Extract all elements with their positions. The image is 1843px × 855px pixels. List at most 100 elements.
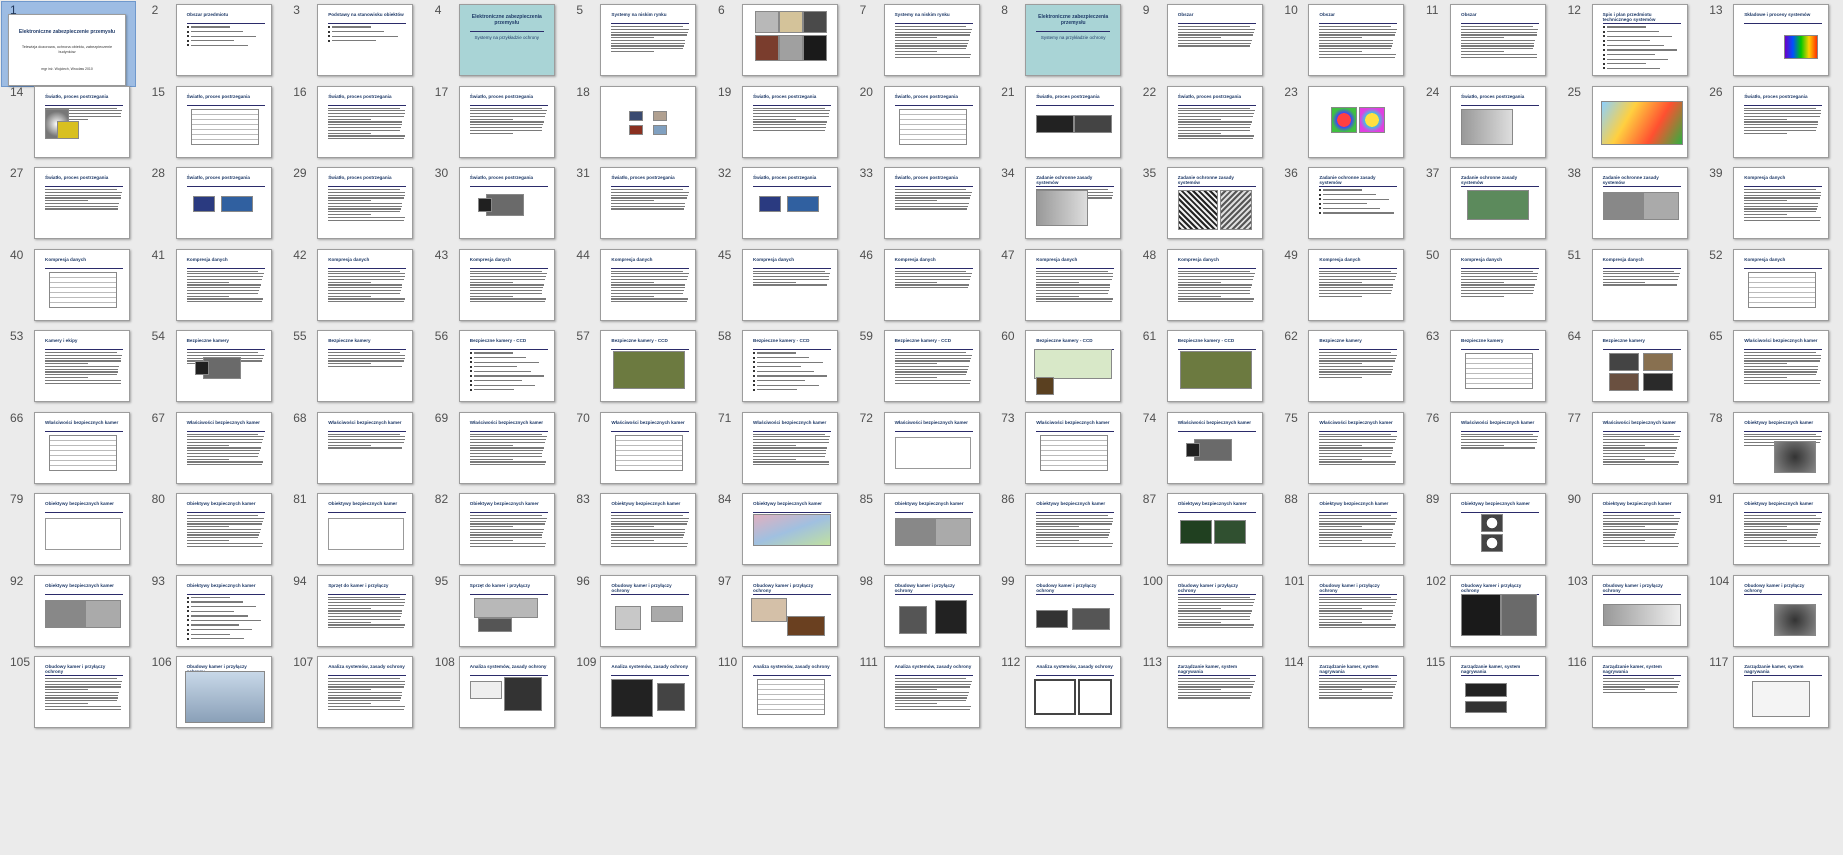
slide-thumbnail[interactable]: Spis i plan przedmiotu technicznego syst… — [1591, 4, 1688, 76]
slide-thumbnail[interactable]: Obudowy kamer i przyłączy ochrony — [1591, 574, 1688, 647]
slide-thumbnail[interactable]: Zarządzanie kamer, system nagrywania — [1733, 656, 1830, 728]
slide-thumbnail[interactable]: Obudowy kamer i przyłączy ochrony — [742, 574, 838, 647]
slide-thumbnail[interactable]: Zarządzanie kamer, system nagrywania — [1166, 656, 1263, 728]
slide-thumbnail[interactable]: Bezpieczne kamery - CCD — [883, 330, 980, 402]
slide-thumbnail[interactable]: Obudowy kamer i przyłączy ochrony — [34, 656, 130, 728]
slide-thumbnail[interactable]: Zarządzanie kamer, system nagrywania — [1591, 656, 1688, 728]
slide-thumbnail[interactable]: Właściwości bezpiecznych kamer — [1025, 411, 1122, 484]
slide-thumbnail[interactable]: Kompresja danych — [1591, 248, 1688, 321]
slide-thumbnail[interactable]: Światło, proces postrzegania — [1025, 85, 1122, 158]
slide-thumbnail[interactable]: Podstawy na stanowisku obiektów — [317, 4, 414, 76]
slide-thumbnail[interactable] — [600, 85, 697, 158]
slide-thumbnail[interactable]: Światło, proces postrzegania — [34, 167, 130, 239]
slide-thumbnail[interactable]: Sprzęt do kamer i przyłączy — [317, 574, 414, 647]
slide-thumbnail[interactable]: Sprzęt do kamer i przyłączy — [458, 574, 555, 647]
slide-thumbnail[interactable]: Obiektywy bezpiecznych kamer — [317, 493, 414, 565]
slide-thumbnail[interactable]: Obiektywy bezpiecznych kamer — [175, 493, 272, 565]
slide-thumbnail[interactable]: Bezpieczne kamery — [1450, 330, 1546, 402]
slide-thumbnail[interactable]: Światło, proces postrzegania — [34, 85, 130, 158]
slide-thumbnail[interactable]: Bezpieczne kamery - CCD — [742, 330, 838, 402]
slide-thumbnail[interactable]: Kompresja danych — [1025, 248, 1122, 321]
slide-thumbnail[interactable]: Właściwości bezpiecznych kamer — [1450, 411, 1546, 484]
slide-thumbnail[interactable]: Obszar — [1450, 4, 1546, 76]
slide-thumbnail[interactable]: Właściwości bezpiecznych kamer — [1733, 330, 1830, 402]
slide-thumbnail[interactable]: Kompresja danych — [1166, 248, 1263, 321]
slide-thumbnail[interactable]: Analiza systemów, zasady ochrony — [742, 656, 838, 728]
slide-thumbnail[interactable]: Obiektywy bezpiecznych kamer — [883, 493, 980, 565]
slide-thumbnail[interactable]: Elektroniczne zabezpieczenia przemysłu Sy… — [458, 4, 555, 76]
slide-thumbnail[interactable]: Zarządzanie kamer, system nagrywania — [1450, 656, 1546, 728]
slide-thumbnail[interactable]: Składowe i procesy systemów — [1733, 4, 1830, 76]
slide-thumbnail[interactable]: Obiektywy bezpiecznych kamer — [742, 493, 838, 565]
slide-thumbnail[interactable]: Obudowy kamer i przyłączy ochrony — [600, 574, 697, 647]
slide-thumbnail[interactable]: Zadanie ochronne zasady systemów — [1591, 167, 1688, 239]
slide-thumbnail[interactable]: Właściwości bezpiecznych kamer — [600, 411, 697, 484]
slide-thumbnail[interactable]: Światło, proces postrzegania — [175, 85, 272, 158]
slide-thumbnail[interactable]: Obiektywy bezpiecznych kamer — [1733, 411, 1830, 484]
slide-thumbnail[interactable]: Światło, proces postrzegania — [1166, 85, 1263, 158]
slide-thumbnail[interactable]: Obiektywy bezpiecznych kamer — [34, 493, 130, 565]
slide-thumbnail[interactable] — [1308, 85, 1405, 158]
slide-thumbnail[interactable]: Światło, proces postrzegania — [742, 85, 838, 158]
slide-thumbnail[interactable]: Obudowy kamer i przyłączy ochrony — [1308, 574, 1405, 647]
slide-thumbnail[interactable]: Właściwości bezpiecznych kamer — [1308, 411, 1405, 484]
slide-thumbnail[interactable]: Kompresja danych — [1450, 248, 1546, 321]
slide-thumbnail[interactable]: Obiektywy bezpiecznych kamer — [1591, 493, 1688, 565]
slide-thumbnail[interactable]: Systemy na niskim rynku — [883, 4, 980, 76]
slide-thumbnail[interactable]: Obudowy kamer i przyłączy ochrony — [175, 656, 272, 728]
slide-thumbnail[interactable]: Kompresja danych — [1308, 248, 1405, 321]
slide-thumbnail[interactable]: Światło, proces postrzegania — [600, 167, 697, 239]
slide-thumbnail[interactable]: Kompresja danych — [742, 248, 838, 321]
slide-thumbnail[interactable]: Zadanie ochronne zasady systemów — [1450, 167, 1546, 239]
slide-thumbnail[interactable]: Właściwości bezpiecznych kamer — [1591, 411, 1688, 484]
slide-thumbnail[interactable]: Obudowy kamer i przyłączy ochrony — [1733, 574, 1830, 647]
slide-thumbnail[interactable]: Kompresja danych — [1733, 248, 1830, 321]
slide-thumbnail[interactable]: Obszar — [1308, 4, 1405, 76]
slide-thumbnail[interactable]: Bezpieczne kamery — [317, 330, 414, 402]
slide-thumbnail[interactable]: Światło, proces postrzegania — [883, 167, 980, 239]
slide-thumbnail[interactable]: Bezpieczne kamery — [175, 330, 272, 402]
slide-thumbnail[interactable]: Obszar przedmiotu — [175, 4, 272, 76]
slide-thumbnail[interactable]: Zadanie ochronne zasady systemów — [1166, 167, 1263, 239]
slide-thumbnail[interactable]: Światło, proces postrzegania — [317, 167, 414, 239]
slide-thumbnail[interactable]: Zadanie ochronne zasady systemów — [1025, 167, 1122, 239]
slide-thumbnail[interactable]: Kompresja danych — [883, 248, 980, 321]
slide-thumbnail[interactable]: Obiektywy bezpiecznych kamer — [600, 493, 697, 565]
slide-thumbnail[interactable]: Analiza systemów, zasady ochrony — [458, 656, 555, 728]
slide-thumbnail[interactable]: Bezpieczne kamery - CCD — [458, 330, 555, 402]
slide-thumbnail[interactable]: Analiza systemów, zasady ochrony — [883, 656, 980, 728]
slide-thumbnail[interactable]: Kompresja danych — [317, 248, 414, 321]
slide-thumbnail[interactable]: Bezpieczne kamery - CCD — [600, 330, 697, 402]
slide-thumbnail[interactable]: Obiektywy bezpiecznych kamer — [1733, 493, 1830, 565]
slide-thumbnail[interactable]: Obiektywy bezpiecznych kamer — [1450, 493, 1546, 565]
slide-thumbnail[interactable]: Kompresja danych — [458, 248, 555, 321]
slide-thumbnail[interactable]: Bezpieczne kamery - CCD — [1166, 330, 1263, 402]
slide-thumbnail[interactable]: Światło, proces postrzegania — [1733, 85, 1830, 158]
slide-thumbnail[interactable]: Właściwości bezpiecznych kamer — [317, 411, 414, 484]
slide-thumbnail[interactable]: Właściwości bezpiecznych kamer — [175, 411, 272, 484]
slide-thumbnail[interactable]: Obszar — [1166, 4, 1263, 76]
slide-thumbnail[interactable]: Światło, proces postrzegania — [317, 85, 414, 158]
slide-thumbnail[interactable]: Kamery i ekipy — [34, 330, 130, 402]
slide-thumbnail[interactable]: Obiektywy bezpiecznych kamer — [175, 574, 272, 647]
slide-thumbnail[interactable]: Kompresja danych — [175, 248, 272, 321]
slide-thumbnail[interactable]: Kompresja danych — [600, 248, 697, 321]
slide-thumbnail[interactable]: Kompresja danych — [1733, 167, 1830, 239]
slide-thumbnail[interactable]: Obudowy kamer i przyłączy ochrony — [1025, 574, 1122, 647]
slide-thumbnail[interactable]: Analiza systemów, zasady ochrony — [600, 656, 697, 728]
slide-thumbnail[interactable]: Światło, proces postrzegania — [175, 167, 272, 239]
slide-thumbnail[interactable]: Światło, proces postrzegania — [458, 167, 555, 239]
slide-thumbnail[interactable]: Światło, proces postrzegania — [458, 85, 555, 158]
slide-thumbnail[interactable]: Bezpieczne kamery — [1308, 330, 1405, 402]
slide-thumbnail[interactable]: Światło, proces postrzegania — [883, 85, 980, 158]
slide-thumbnail[interactable]: Analiza systemów, zasady ochrony — [317, 656, 414, 728]
slide-thumbnail[interactable]: Właściwości bezpiecznych kamer — [458, 411, 555, 484]
slide-thumbnail[interactable]: Bezpieczne kamery — [1591, 330, 1688, 402]
slide-thumbnail[interactable]: Właściwości bezpiecznych kamer — [34, 411, 130, 484]
slide-thumbnail[interactable]: Właściwości bezpiecznych kamer — [883, 411, 980, 484]
slide-thumbnail[interactable]: Światło, proces postrzegania — [1450, 85, 1546, 158]
slide-thumbnail[interactable]: Obiektywy bezpiecznych kamer — [34, 574, 130, 647]
slide-thumbnail[interactable]: Systemy na niskim rynku — [600, 4, 697, 76]
slide-thumbnail[interactable]: Obudowy kamer i przyłączy ochrony — [1166, 574, 1263, 647]
slide-thumbnail[interactable]: Zadanie ochronne zasady systemów — [1308, 167, 1405, 239]
